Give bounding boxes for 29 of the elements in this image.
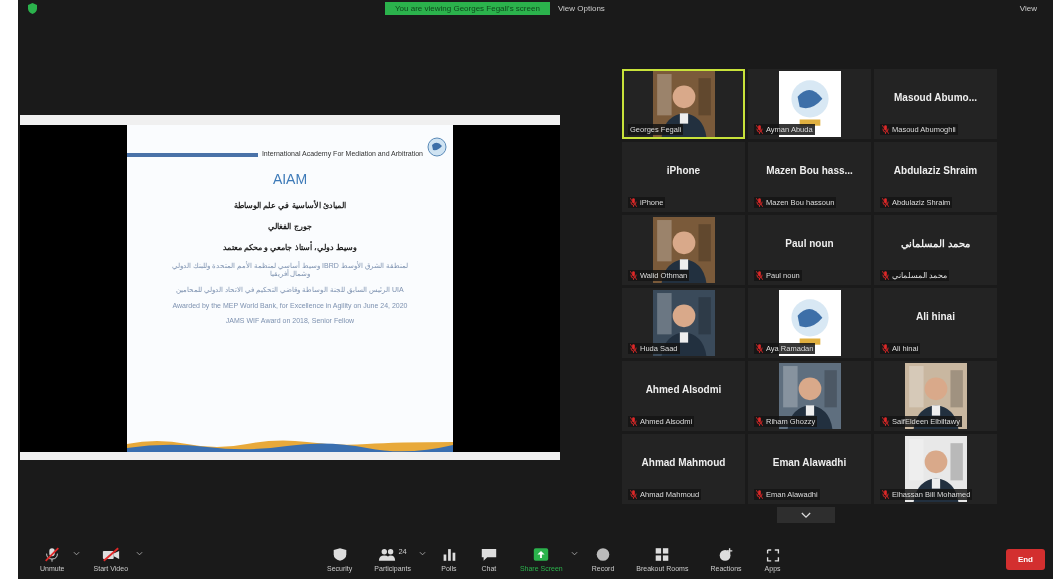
next-page-button[interactable] [777,507,835,523]
participant-name: Abdulaziz Shraim [893,164,978,176]
slide-text: وسيط دولي، أستاذ جامعي و محكم معتمد [222,243,358,252]
participant-name: iPhone [666,164,701,176]
slide-text: المبادئ الأساسية في علم الوساطة [234,201,346,210]
participant-name: Ali hinai [916,310,955,322]
screen-share-banner: You are viewing Georges Fegali's screen [385,1,550,15]
view-options-button[interactable]: View Options [557,3,605,13]
mic-icon [43,546,62,562]
camera-icon [101,546,120,562]
participant-name: Eman Alawadhi [772,456,847,468]
participant-name: Ahmed Alsodmi [645,383,722,395]
participants-icon [378,546,397,562]
share-icon [532,546,551,562]
slide-title: AIAM [272,171,308,187]
participant-name: Ahmad Mahmoud [641,456,726,468]
end-button[interactable]: End [1005,548,1045,570]
chat-icon [479,546,498,562]
reactions-icon [717,546,735,562]
shield-icon[interactable] [28,2,37,14]
participant-name: Mazen Bou hass... [766,164,853,176]
participant-name: محمد المسلماني [901,237,970,249]
view-button[interactable]: View [1013,3,1043,13]
record-icon [594,546,612,562]
slide-text: جورج الفغالي [268,222,312,231]
participant-name: Masoud Abumo... [894,91,977,103]
chevron-down-icon [801,511,811,519]
participant-name: Paul noun [785,237,834,249]
globe-logo-icon [427,137,447,157]
